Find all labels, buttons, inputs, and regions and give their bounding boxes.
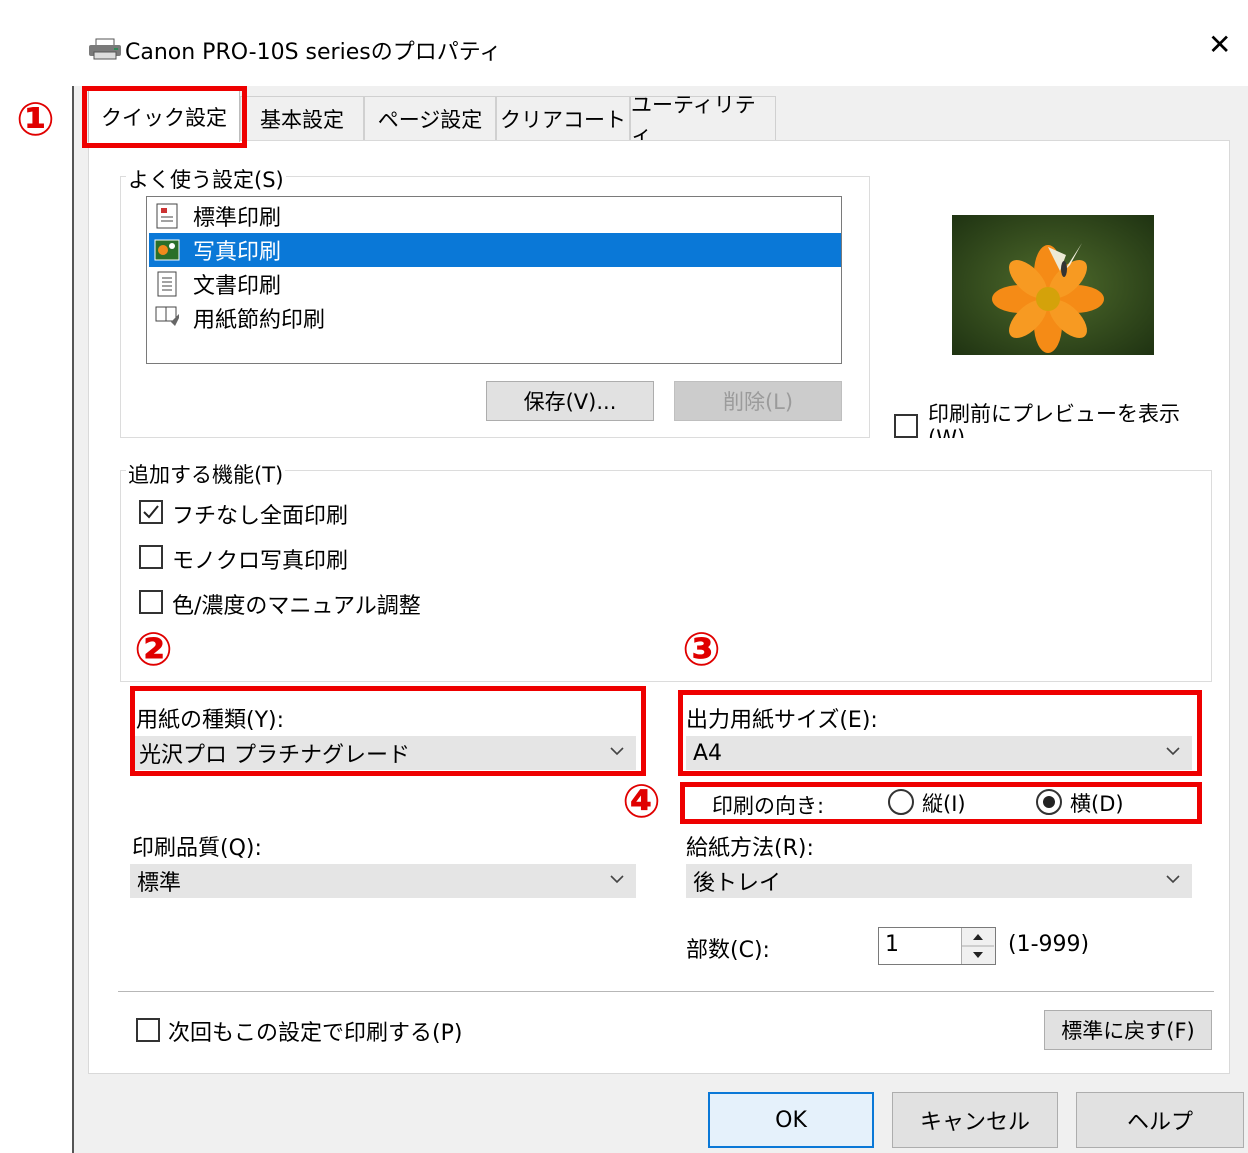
- tab-main[interactable]: 基本設定: [240, 96, 364, 140]
- monochrome-checkbox[interactable]: [139, 545, 163, 569]
- standard-print-icon: [156, 203, 178, 229]
- list-item-photo[interactable]: 写真印刷: [149, 233, 841, 267]
- highlight-orientation: [680, 782, 1202, 824]
- highlight-media-type: [130, 686, 646, 776]
- preview-image: [952, 215, 1154, 355]
- printer-icon: [89, 38, 121, 60]
- preview-checkbox[interactable]: [894, 414, 918, 438]
- annotation-4: ④: [622, 774, 661, 828]
- paper-source-select[interactable]: 後トレイ: [686, 864, 1192, 898]
- defaults-button[interactable]: 標準に戻す(F): [1044, 1010, 1212, 1050]
- close-icon[interactable]: ✕: [1208, 30, 1231, 60]
- tab-maintenance[interactable]: ユーティリティ: [630, 93, 776, 147]
- list-item-label: 標準印刷: [193, 206, 282, 231]
- always-print-label: 次回もこの設定で印刷する(P): [168, 1021, 463, 1046]
- document-print-icon: [157, 271, 177, 297]
- ok-button[interactable]: OK: [708, 1092, 874, 1148]
- color-adjust-checkbox[interactable]: [139, 590, 163, 614]
- list-item-label: 文書印刷: [193, 274, 282, 299]
- copies-range: (1-999): [1008, 932, 1090, 957]
- paper-source-label: 給紙方法(R):: [686, 836, 814, 861]
- highlight-output-size: [678, 690, 1202, 776]
- window-title: Canon PRO-10S seriesのプロパティ: [125, 40, 502, 65]
- cancel-button[interactable]: キャンセル: [892, 1092, 1058, 1148]
- additional-features-label: 追加する機能(T): [126, 459, 286, 489]
- list-item-label: 写真印刷: [193, 240, 282, 265]
- monochrome-label: モノクロ写真印刷: [172, 549, 349, 574]
- paper-source-value: 後トレイ: [693, 871, 782, 896]
- list-item-paper-saving[interactable]: 用紙節約印刷: [149, 301, 841, 335]
- delete-button[interactable]: 削除(L): [674, 381, 842, 421]
- annotation-1: ①: [16, 92, 55, 146]
- highlight-tab: [82, 86, 247, 148]
- chevron-down-icon: [610, 875, 624, 884]
- preview-checkbox-label: 印刷前にプレビューを表示 (W): [928, 402, 1180, 438]
- annotation-2: ②: [134, 622, 173, 676]
- copies-label: 部数(C):: [686, 938, 770, 963]
- tab-clear-coating[interactable]: クリアコート: [496, 96, 630, 140]
- color-adjust-label: 色/濃度のマニュアル調整: [172, 594, 421, 619]
- quality-select[interactable]: 標準: [130, 864, 636, 898]
- save-button[interactable]: 保存(V)...: [486, 381, 654, 421]
- favorites-label: よく使う設定(S): [126, 164, 286, 194]
- quality-value: 標準: [137, 871, 182, 896]
- list-item-standard[interactable]: 標準印刷: [149, 199, 841, 233]
- list-item-document[interactable]: 文書印刷: [149, 267, 841, 301]
- tab-page-setup[interactable]: ページ設定: [364, 96, 496, 140]
- borderless-checkbox[interactable]: [139, 500, 163, 524]
- favorites-list[interactable]: 標準印刷 写真印刷 文書印刷 用紙節約印刷: [146, 196, 842, 364]
- list-item-label: 用紙節約印刷: [193, 308, 326, 333]
- divider: [118, 991, 1214, 992]
- spin-arrows-icon[interactable]: [962, 928, 994, 964]
- copies-spinner[interactable]: 1: [878, 927, 996, 965]
- spin-buttons[interactable]: [961, 928, 995, 964]
- annotation-3: ③: [682, 622, 721, 676]
- help-button[interactable]: ヘルプ: [1076, 1092, 1244, 1148]
- borderless-label: フチなし全面印刷: [172, 504, 349, 529]
- paper-saving-icon: [155, 306, 179, 326]
- check-icon: [143, 505, 159, 519]
- photo-print-icon: [154, 239, 180, 261]
- always-print-checkbox[interactable]: [136, 1018, 160, 1042]
- chevron-down-icon: [1166, 875, 1180, 884]
- quality-label: 印刷品質(Q):: [132, 836, 262, 861]
- copies-value[interactable]: 1: [885, 932, 899, 957]
